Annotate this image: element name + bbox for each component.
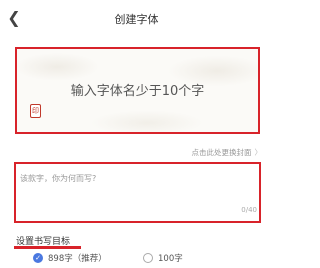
goal-option-898[interactable]: ✓ 898字（推荐） (33, 252, 107, 264)
seal-icon: 印 (30, 104, 41, 118)
goal-option-100[interactable]: 100字 (143, 252, 183, 264)
change-cover-label: 点击此处更换封面 (191, 148, 252, 157)
font-name-input[interactable]: 输入字体名少于10个字 (17, 80, 258, 99)
description-placeholder: 该款字，你为何而写? (20, 174, 97, 183)
font-cover-card[interactable]: 输入字体名少于10个字 印 (15, 47, 260, 134)
radio-checked-icon[interactable]: ✓ (33, 253, 43, 263)
goal-option-label: 100字 (158, 254, 183, 264)
description-textarea[interactable]: 该款字，你为何而写? 0/40 (14, 162, 261, 223)
page-title: 创建字体 (114, 13, 159, 26)
radio-unchecked-icon[interactable] (143, 253, 153, 263)
change-cover-link[interactable]: 点击此处更换封面〉 (192, 147, 263, 158)
goal-option-label: 898字（推荐） (48, 254, 107, 264)
character-counter: 0/40 (241, 206, 257, 214)
chevron-right-icon: 〉 (254, 148, 263, 157)
goal-label-underline (14, 246, 81, 249)
